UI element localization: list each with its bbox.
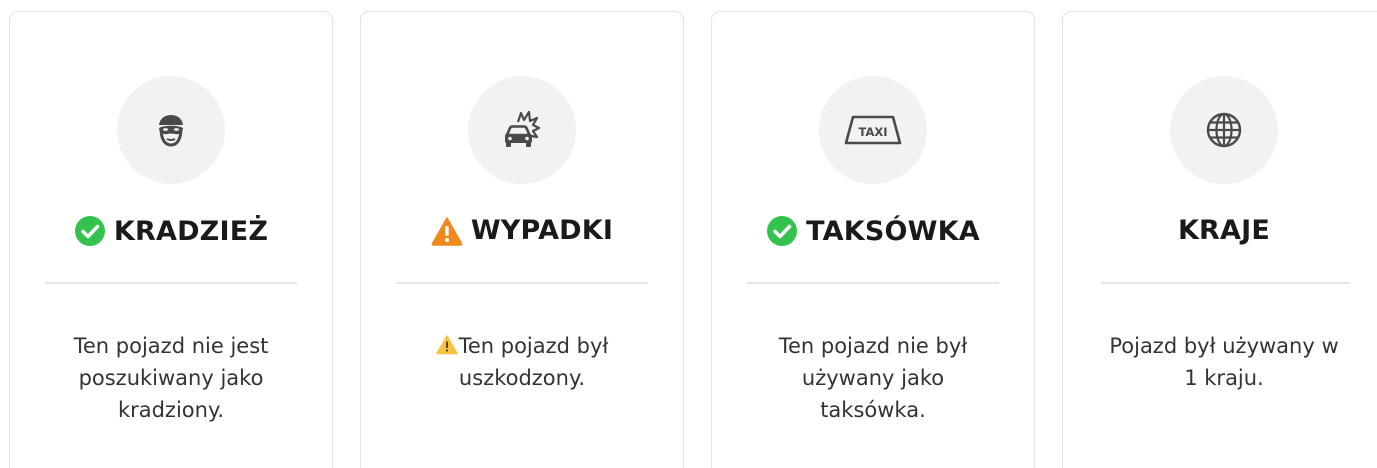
divider bbox=[747, 282, 999, 284]
card-description: Ten pojazd nie jest poszukiwany jako kra… bbox=[73, 334, 269, 422]
car-crash-icon bbox=[505, 110, 541, 147]
title-row: WYPADKI bbox=[361, 215, 683, 246]
globe-icon bbox=[1206, 112, 1242, 148]
card-title: KRAJE bbox=[1177, 215, 1271, 246]
card-description: Pojazd był używany w 1 kraju. bbox=[1109, 334, 1339, 390]
card-description: Ten pojazd nie był używany jako taksówka… bbox=[778, 334, 968, 422]
icon-circle bbox=[468, 76, 576, 184]
check-circle-icon bbox=[767, 216, 798, 246]
card-taxi: TAXI TAKSÓWKA Ten pojazd nie był używany… bbox=[711, 11, 1035, 468]
warning-triangle-icon bbox=[431, 216, 463, 246]
icon-circle: TAXI bbox=[819, 76, 927, 184]
divider bbox=[396, 282, 648, 284]
icon-circle bbox=[1170, 76, 1278, 184]
card-theft: KRADZIEŻ Ten pojazd nie jest poszukiwany… bbox=[9, 11, 333, 468]
icon-circle bbox=[117, 76, 225, 184]
card-accidents: WYPADKI Ten pojazd był uszkodzony. bbox=[360, 11, 684, 468]
thief-mask-icon bbox=[159, 115, 183, 147]
divider bbox=[45, 282, 297, 284]
warning-small-icon bbox=[435, 335, 458, 355]
card-title: KRADZIEŻ bbox=[113, 215, 269, 247]
check-circle-icon bbox=[74, 216, 105, 246]
taxi-sign-text: TAXI bbox=[859, 125, 888, 139]
divider bbox=[1101, 282, 1350, 284]
title-row: KRAJE bbox=[1063, 215, 1377, 246]
card-description-wrap: Ten pojazd był uszkodzony. bbox=[401, 330, 643, 394]
report-cards: KRADZIEŻ Ten pojazd nie jest poszukiwany… bbox=[0, 0, 1377, 468]
card-title: TAKSÓWKA bbox=[806, 215, 980, 247]
card-description: Ten pojazd był uszkodzony. bbox=[458, 334, 609, 390]
title-row: TAKSÓWKA bbox=[712, 215, 1034, 247]
card-title: WYPADKI bbox=[470, 215, 614, 246]
title-row: KRADZIEŻ bbox=[10, 215, 332, 247]
taxi-sign-icon: TAXI bbox=[844, 115, 902, 145]
card-countries: KRAJE Pojazd był używany w 1 kraju. bbox=[1062, 11, 1377, 468]
